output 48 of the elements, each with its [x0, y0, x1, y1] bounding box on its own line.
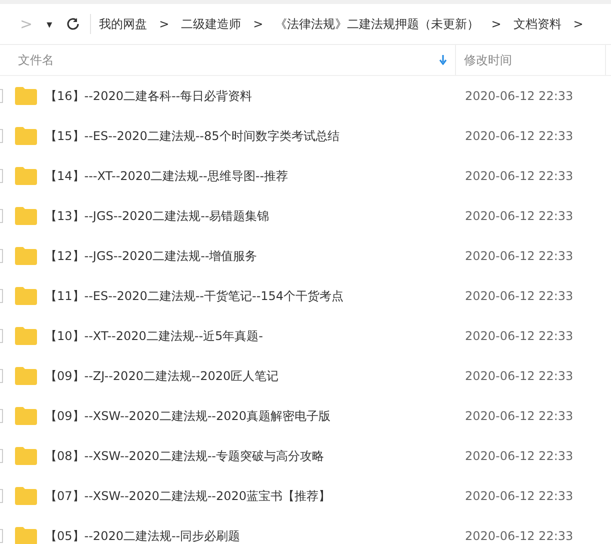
folder-icon — [15, 447, 37, 465]
modified-date: 2020-06-12 22:33 — [465, 249, 574, 263]
folder-icon — [15, 407, 37, 425]
breadcrumb-separator: > — [253, 17, 264, 31]
folder-name[interactable]: 【16】--2020二建各科--每日必背资料 — [45, 88, 457, 104]
folder-name[interactable]: 【05】--2020二建法规--同步必刷题 — [45, 528, 457, 544]
folder-icon — [15, 367, 37, 385]
folder-name[interactable]: 【08】--XSW--2020二建法规--专题突破与高分攻略 — [45, 448, 457, 464]
modified-date: 2020-06-12 22:33 — [465, 409, 574, 423]
breadcrumb-link[interactable]: 《法律法规》二建法规押题（未更新） — [275, 16, 480, 32]
folder-icon — [15, 247, 37, 265]
modified-date: 2020-06-12 22:33 — [465, 449, 574, 463]
column-header[interactable]: 文件名 — [0, 45, 456, 75]
folder-icon — [15, 287, 37, 305]
modified-date: 2020-06-12 22:33 — [465, 289, 574, 303]
folder-name[interactable]: 【13】--JGS--2020二建法规--易错题集锦 — [45, 208, 457, 224]
modified-date: 2020-06-12 22:33 — [465, 529, 574, 543]
breadcrumb-separator: > — [573, 17, 584, 31]
column-header[interactable]: 修改时间 — [456, 45, 606, 75]
breadcrumb-separator: > — [159, 17, 170, 31]
breadcrumb-link[interactable]: 我的网盘 — [99, 16, 148, 32]
folder-icon — [15, 487, 37, 505]
folder-name[interactable]: 【10】--XT--2020二建法规--近5年真题- — [45, 328, 457, 344]
folder-name[interactable]: 【07】--XSW--2020二建法规--2020蓝宝书【推荐】 — [45, 488, 457, 504]
modified-date: 2020-06-12 22:33 — [465, 329, 574, 343]
modified-date: 2020-06-12 22:33 — [465, 89, 574, 103]
breadcrumb-separator: > — [491, 17, 502, 31]
folder-icon — [15, 327, 37, 345]
modified-date: 2020-06-12 22:33 — [465, 129, 574, 143]
folder-icon — [15, 167, 37, 185]
breadcrumb-link[interactable]: 二级建造师 — [181, 16, 242, 32]
folder-icon — [15, 527, 37, 544]
folder-name[interactable]: 【15】--ES--2020二建法规--85个时间数字类考试总结 — [45, 128, 457, 144]
folder-name[interactable]: 【09】--XSW--2020二建法规--2020真题解密电子版 — [45, 408, 457, 424]
modified-date: 2020-06-12 22:33 — [465, 209, 574, 223]
folder-name[interactable]: 【12】--JGS--2020二建法规--增值服务 — [45, 248, 457, 264]
refresh-icon[interactable] — [66, 17, 80, 31]
folder-icon — [15, 87, 37, 105]
breadcrumb-link[interactable]: 文档资料 — [513, 16, 562, 32]
folder-name[interactable]: 【11】--ES--2020二建法规--干货笔记--154个干货考点 — [45, 288, 457, 304]
modified-date: 2020-06-12 22:33 — [465, 489, 574, 503]
folder-name[interactable]: 【09】--ZJ--2020二建法规--2020匠人笔记 — [45, 368, 457, 384]
folder-name[interactable]: 【14】---XT--2020二建法规--思维导图--推荐 — [45, 168, 457, 184]
modified-date: 2020-06-12 22:33 — [465, 169, 574, 183]
modified-date: 2020-06-12 22:33 — [465, 369, 574, 383]
dropdown-button[interactable]: ▾ — [46, 18, 52, 30]
folder-icon — [15, 127, 37, 145]
folder-icon — [15, 207, 37, 225]
